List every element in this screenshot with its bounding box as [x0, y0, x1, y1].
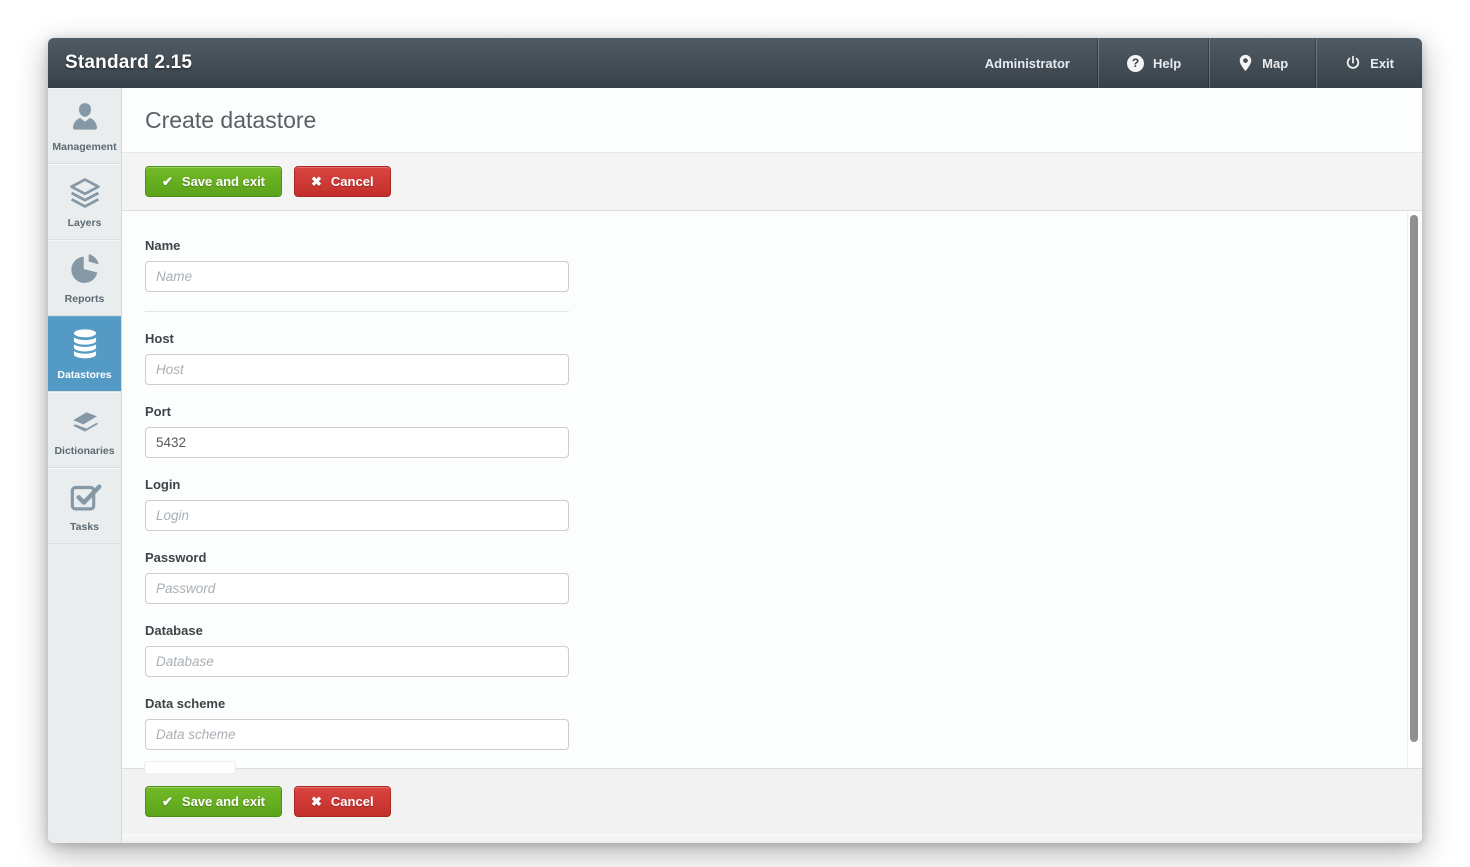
sidebar-item-dictionaries[interactable]: Dictionaries	[48, 392, 121, 468]
name-field-group: Name	[145, 238, 569, 292]
database-icon	[66, 326, 104, 364]
port-input[interactable]	[145, 427, 569, 458]
database-input[interactable]	[145, 646, 569, 677]
port-field-group: Port	[145, 404, 569, 458]
exit-menu-item[interactable]: Exit	[1316, 38, 1422, 88]
sidebar-item-label: Reports	[65, 293, 105, 305]
cancel-button[interactable]: ✖ Cancel	[294, 166, 391, 197]
sidebar-item-label: Management	[52, 141, 116, 153]
save-and-exit-button[interactable]: ✔ Save and exit	[145, 166, 282, 197]
user-icon	[66, 98, 104, 136]
app-title: Standard 2.15	[48, 52, 192, 74]
top-toolbar: ✔ Save and exit ✖ Cancel	[122, 153, 1422, 211]
books-icon	[66, 402, 104, 440]
x-icon: ✖	[311, 174, 322, 190]
sidebar-item-label: Tasks	[70, 521, 99, 533]
name-label: Name	[145, 238, 569, 253]
password-field-group: Password	[145, 550, 569, 604]
pie-chart-icon	[66, 250, 104, 288]
sidebar-item-tasks[interactable]: Tasks	[48, 468, 121, 544]
sidebar-nav: Management Layers Reports	[48, 88, 122, 843]
form-scrollbar-track[interactable]	[1407, 211, 1422, 768]
power-icon	[1345, 55, 1361, 71]
header-menu: Administrator ? Help Map Exit	[957, 38, 1422, 88]
cancel-button-label: Cancel	[331, 174, 374, 189]
save-and-exit-button-bottom[interactable]: ✔ Save and exit	[145, 786, 282, 817]
data-scheme-label: Data scheme	[145, 696, 569, 711]
password-input[interactable]	[145, 573, 569, 604]
database-label: Database	[145, 623, 569, 638]
host-field-group: Host	[145, 331, 569, 385]
sidebar-item-datastores[interactable]: Datastores	[48, 316, 121, 392]
x-icon: ✖	[311, 794, 322, 810]
bottom-toolbar: ✔ Save and exit ✖ Cancel	[122, 768, 1422, 834]
checkbox-icon	[66, 478, 104, 516]
data-scheme-input[interactable]	[145, 719, 569, 750]
help-menu-item[interactable]: ? Help	[1098, 38, 1209, 88]
sidebar-item-reports[interactable]: Reports	[48, 240, 121, 316]
check-icon: ✔	[162, 794, 173, 810]
host-label: Host	[145, 331, 569, 346]
sidebar-item-layers[interactable]: Layers	[48, 164, 121, 240]
sidebar-item-label: Datastores	[57, 369, 111, 381]
exit-label: Exit	[1370, 56, 1394, 71]
partially-visible-element	[144, 761, 236, 773]
user-label: Administrator	[985, 56, 1070, 71]
name-input[interactable]	[145, 261, 569, 292]
datastore-form: Name Host Port Login Password	[122, 211, 1422, 768]
map-menu-item[interactable]: Map	[1209, 38, 1316, 88]
layers-icon	[66, 174, 104, 212]
sidebar-item-label: Dictionaries	[54, 445, 114, 457]
main-content: Create datastore ✔ Save and exit ✖ Cance…	[122, 88, 1422, 843]
user-menu-item[interactable]: Administrator	[957, 38, 1098, 88]
help-label: Help	[1153, 56, 1181, 71]
window-bottom-edge	[122, 834, 1422, 843]
sidebar-item-management[interactable]: Management	[48, 88, 121, 164]
app-window: Standard 2.15 Administrator ? Help Map E…	[48, 38, 1422, 843]
help-icon: ?	[1127, 55, 1144, 72]
cancel-button-bottom[interactable]: ✖ Cancel	[294, 786, 391, 817]
password-label: Password	[145, 550, 569, 565]
page-title: Create datastore	[145, 107, 316, 134]
page-title-bar: Create datastore	[122, 88, 1422, 153]
form-scrollbar-thumb[interactable]	[1410, 215, 1418, 742]
save-button-label: Save and exit	[182, 174, 265, 189]
host-input[interactable]	[145, 354, 569, 385]
database-field-group: Database	[145, 623, 569, 677]
map-pin-icon	[1238, 54, 1253, 72]
data-scheme-field-group: Data scheme	[145, 696, 569, 750]
top-header-bar: Standard 2.15 Administrator ? Help Map E…	[48, 38, 1422, 88]
cancel-button-label: Cancel	[331, 794, 374, 809]
sidebar-item-label: Layers	[68, 217, 102, 229]
login-input[interactable]	[145, 500, 569, 531]
map-label: Map	[1262, 56, 1288, 71]
save-button-label: Save and exit	[182, 794, 265, 809]
login-label: Login	[145, 477, 569, 492]
port-label: Port	[145, 404, 569, 419]
section-divider	[145, 311, 569, 312]
check-icon: ✔	[162, 174, 173, 190]
login-field-group: Login	[145, 477, 569, 531]
